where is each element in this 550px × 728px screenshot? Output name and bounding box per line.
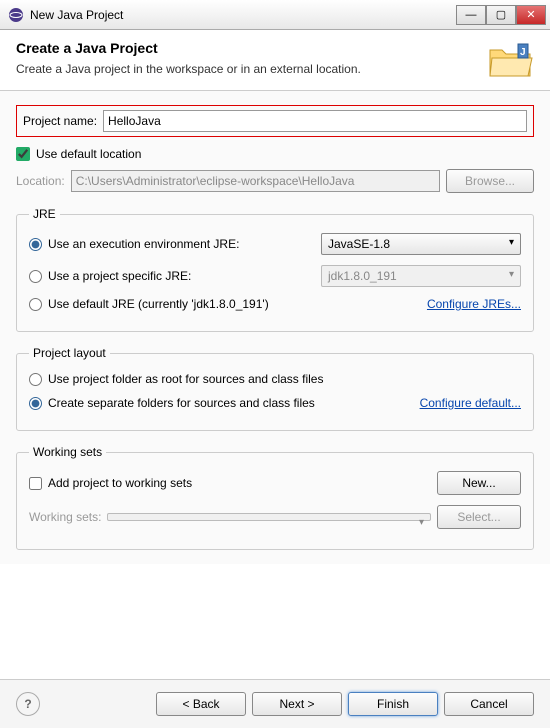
configure-jres-link[interactable]: Configure JREs...	[427, 297, 521, 311]
configure-default-link[interactable]: Configure default...	[420, 396, 521, 410]
layout-separate-label: Create separate folders for sources and …	[48, 396, 414, 410]
location-input	[71, 170, 440, 192]
use-default-location-checkbox[interactable]	[16, 147, 30, 161]
jre-specific-radio[interactable]	[29, 270, 42, 283]
jre-env-select[interactable]: JavaSE-1.8	[321, 233, 521, 255]
jre-specific-select: jdk1.8.0_191	[321, 265, 521, 287]
layout-root-radio[interactable]	[29, 373, 42, 386]
cancel-button[interactable]: Cancel	[444, 692, 534, 716]
working-sets-legend: Working sets	[29, 445, 106, 459]
layout-legend: Project layout	[29, 346, 110, 360]
minimize-button[interactable]: —	[456, 5, 486, 25]
browse-button[interactable]: Browse...	[446, 169, 534, 193]
jre-default-radio[interactable]	[29, 298, 42, 311]
help-button[interactable]: ?	[16, 692, 40, 716]
location-row: Location: Browse...	[16, 169, 534, 193]
window-title: New Java Project	[30, 8, 456, 22]
page-title: Create a Java Project	[16, 40, 486, 56]
close-button[interactable]: ✕	[516, 5, 546, 25]
working-sets-select	[107, 513, 431, 521]
project-layout-group: Project layout Use project folder as roo…	[16, 346, 534, 431]
location-label: Location:	[16, 174, 65, 188]
layout-separate-radio[interactable]	[29, 397, 42, 410]
project-name-input[interactable]	[103, 110, 527, 132]
add-to-working-sets-label: Add project to working sets	[48, 476, 431, 490]
project-name-row: Project name:	[16, 105, 534, 137]
jre-env-radio[interactable]	[29, 238, 42, 251]
working-sets-group: Working sets Add project to working sets…	[16, 445, 534, 550]
layout-root-label: Use project folder as root for sources a…	[48, 372, 521, 386]
svg-text:J: J	[520, 47, 526, 58]
maximize-button[interactable]: ▢	[486, 5, 516, 25]
jre-legend: JRE	[29, 207, 60, 221]
use-default-location-label: Use default location	[36, 147, 141, 161]
add-to-working-sets-checkbox[interactable]	[29, 477, 42, 490]
use-default-location-row: Use default location	[16, 147, 534, 161]
new-working-set-button[interactable]: New...	[437, 471, 521, 495]
jre-group: JRE Use an execution environment JRE: Ja…	[16, 207, 534, 332]
titlebar: New Java Project — ▢ ✕	[0, 0, 550, 30]
select-working-sets-button[interactable]: Select...	[437, 505, 521, 529]
folder-icon: J	[486, 40, 534, 80]
eclipse-icon	[8, 7, 24, 23]
project-name-label: Project name:	[23, 114, 97, 128]
working-sets-label: Working sets:	[29, 510, 101, 524]
content-area: Project name: Use default location Locat…	[0, 91, 550, 564]
back-button[interactable]: < Back	[156, 692, 246, 716]
jre-default-label: Use default JRE (currently 'jdk1.8.0_191…	[48, 297, 421, 311]
finish-button[interactable]: Finish	[348, 692, 438, 716]
button-bar: ? < Back Next > Finish Cancel	[0, 679, 550, 728]
page-subtitle: Create a Java project in the workspace o…	[16, 62, 486, 76]
next-button[interactable]: Next >	[252, 692, 342, 716]
jre-env-label: Use an execution environment JRE:	[48, 237, 315, 251]
wizard-header: Create a Java Project Create a Java proj…	[0, 30, 550, 91]
jre-specific-label: Use a project specific JRE:	[48, 269, 315, 283]
